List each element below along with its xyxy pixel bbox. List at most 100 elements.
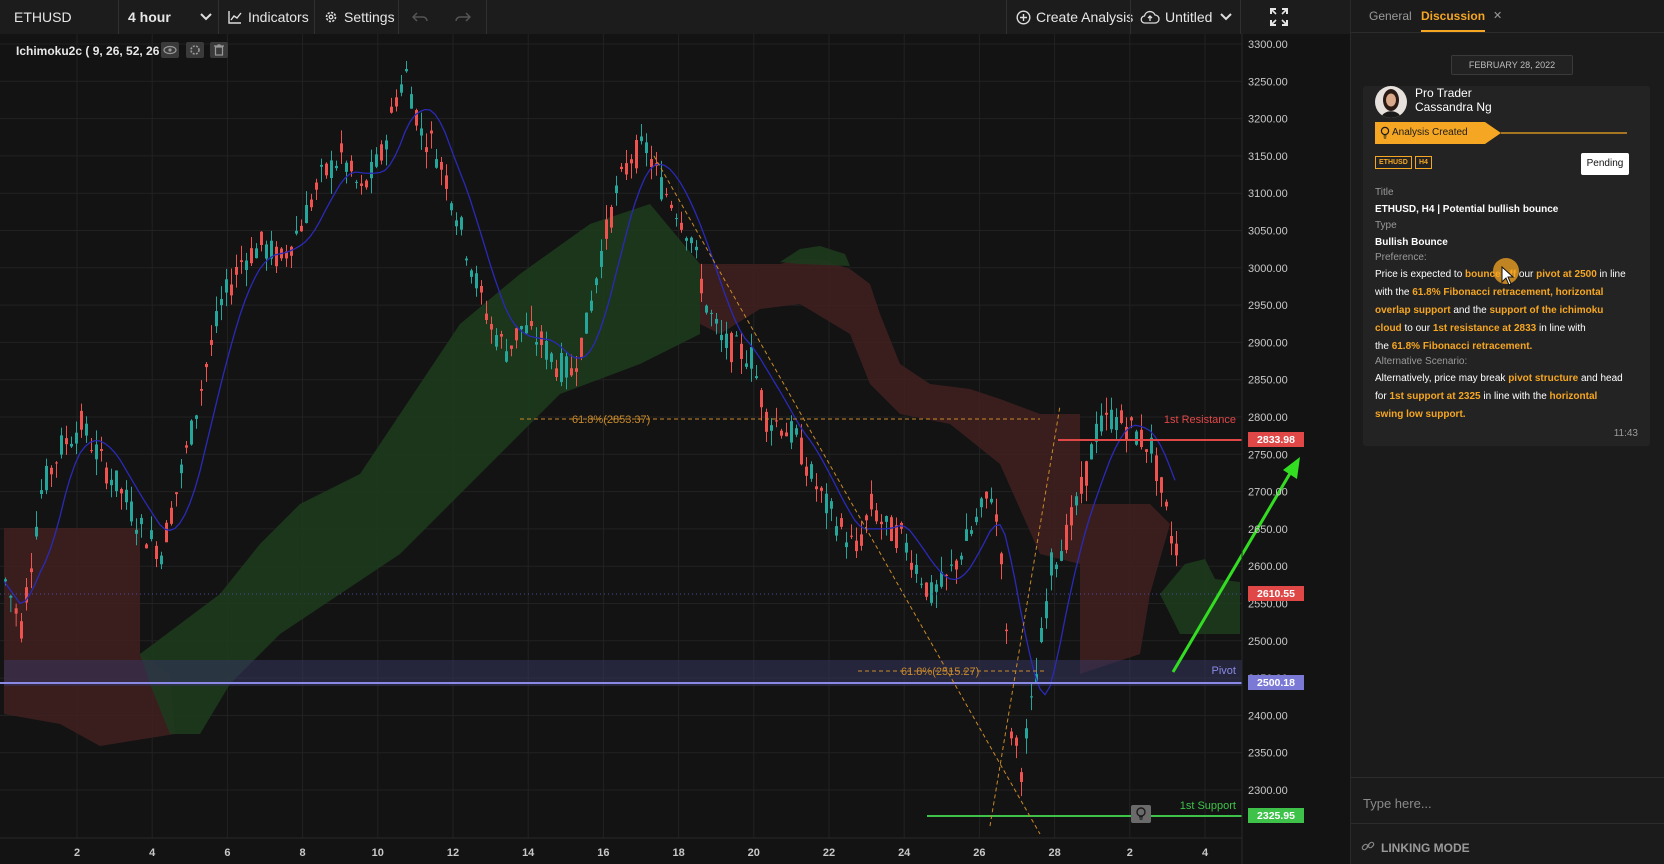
gear-icon[interactable] (186, 42, 204, 58)
candle-body (820, 487, 823, 491)
symbol-selector[interactable]: ETHUSD (14, 0, 72, 34)
candle-body (355, 181, 358, 183)
type-label: Type (1375, 220, 1397, 231)
candle-body (310, 199, 313, 208)
candle-body (430, 130, 433, 134)
candle-body (795, 428, 798, 435)
candle-body (685, 238, 688, 241)
candle-body (495, 335, 498, 347)
price-tick-label: 3250.00 (1248, 76, 1288, 88)
candle-body (1160, 477, 1163, 493)
redo-button[interactable] (455, 0, 471, 34)
candle-body (560, 352, 563, 383)
tab-discussion[interactable]: Discussion (1421, 9, 1486, 32)
candle-body (1005, 629, 1008, 632)
price-tick-label: 2950.00 (1248, 300, 1288, 312)
input-placeholder: Type here... (1363, 796, 1432, 811)
candle-body (100, 449, 103, 452)
candle-body (135, 529, 138, 534)
candle-body (555, 368, 558, 378)
cloud-segment (140, 204, 700, 734)
price-tick-label: 2650.00 (1248, 524, 1288, 536)
message-input[interactable]: Type here... (1363, 782, 1663, 822)
chart-canvas[interactable]: 61.8%(2853.37) 61.8%(2515.27) 1st Resist… (0, 34, 1350, 864)
candle-body (665, 194, 668, 196)
candle-body (895, 525, 898, 549)
candle-body (1155, 455, 1158, 482)
close-icon[interactable]: ✕ (1493, 9, 1502, 22)
candle-body (1070, 507, 1073, 526)
discussion-panel: General Discussion ✕ FEBRUARY 28, 2022 P… (1350, 0, 1664, 864)
candle-body (985, 491, 988, 499)
type-value: Bullish Bounce (1375, 237, 1448, 248)
candle-body (910, 562, 913, 570)
candle-body (730, 333, 733, 363)
symbol-label: ETHUSD (14, 9, 72, 25)
candle-body (635, 139, 638, 169)
price-tick-label: 2350.00 (1248, 748, 1288, 760)
pivot-price-value: 2500.18 (1257, 677, 1295, 689)
redo-icon (455, 11, 471, 23)
candle-body (400, 84, 403, 93)
candle-body (200, 388, 203, 391)
cursor-icon (1501, 265, 1515, 289)
candle-body (475, 273, 478, 289)
price-tick-label: 2700.00 (1248, 487, 1288, 499)
price-chart[interactable]: 61.8%(2853.37) 61.8%(2515.27) 1st Resist… (0, 34, 1350, 864)
price-tick-label: 2850.00 (1248, 375, 1288, 387)
candle-body (720, 334, 723, 341)
eye-icon[interactable] (161, 42, 179, 58)
undo-button[interactable] (412, 0, 428, 34)
candle-body (975, 516, 978, 523)
candle-body (9, 595, 13, 598)
candle-body (470, 270, 473, 277)
candle-body (905, 542, 908, 553)
indicator-legend: Ichimoku2c ( 9, 26, 52, 26 ) (16, 44, 167, 58)
date-tick-label: 10 (372, 847, 384, 859)
candle-body (205, 363, 208, 368)
bulb-icon (1380, 126, 1390, 142)
candle-body (740, 343, 743, 359)
candle-body (815, 486, 818, 490)
timeframe-selector[interactable]: 4 hour (128, 0, 212, 34)
candle-body (575, 368, 578, 372)
candle-body (85, 423, 88, 436)
candle-body (505, 351, 508, 362)
price-tick-label: 2900.00 (1248, 337, 1288, 349)
candle-body (790, 421, 793, 443)
candle-body (20, 621, 23, 639)
title-label: Title (1375, 187, 1394, 198)
date-tick-label: 2 (1127, 847, 1133, 859)
settings-button[interactable]: Settings (324, 0, 395, 34)
candle-body (440, 161, 443, 170)
linking-mode-button[interactable]: LINKING MODE (1361, 839, 1470, 856)
candle-body (410, 94, 413, 109)
candle-body (255, 248, 258, 259)
chevron-down-icon (1220, 13, 1233, 21)
indicators-button[interactable]: Indicators (228, 0, 309, 34)
layout-selector[interactable]: Untitled (1140, 0, 1233, 34)
tab-general[interactable]: General (1369, 9, 1412, 23)
candle-body (380, 144, 383, 161)
candle-body (750, 347, 753, 369)
indicators-label: Indicators (248, 9, 309, 25)
fullscreen-button[interactable] (1270, 0, 1288, 34)
candle-body (835, 526, 838, 536)
candle-body (865, 515, 868, 521)
candle-body (490, 324, 493, 330)
candle-body (525, 325, 528, 334)
candle-body (1075, 496, 1078, 506)
candle-body (385, 140, 388, 150)
candle-body (1105, 412, 1108, 415)
candle-body (1030, 696, 1033, 698)
date-tick-label: 18 (672, 847, 684, 859)
candle-body (1120, 410, 1123, 424)
candle-body (570, 368, 573, 376)
trash-icon[interactable] (210, 42, 228, 58)
candle-body (1110, 409, 1113, 430)
candle-body (765, 411, 768, 432)
candle-body (715, 318, 718, 324)
create-analysis-button[interactable]: Create Analysis (1016, 0, 1133, 34)
alternative-line-2: for 1st support at 2325 in line with the… (1375, 391, 1598, 402)
preference-line-2: with the 61.8% Fibonacci retracement, ho… (1375, 287, 1604, 298)
